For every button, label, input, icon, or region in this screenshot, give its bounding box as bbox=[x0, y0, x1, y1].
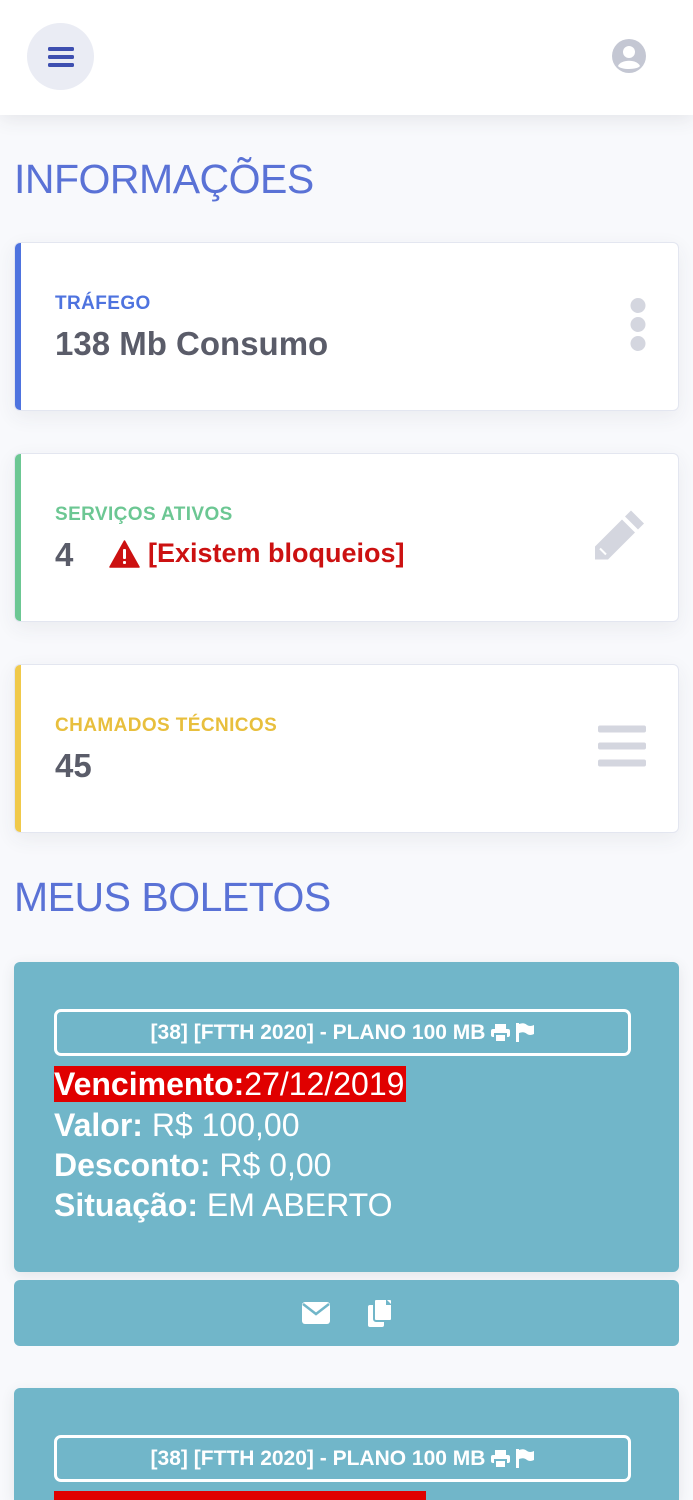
card-chamados-tecnicos[interactable]: CHAMADOS TÉCNICOS 45 bbox=[14, 664, 679, 833]
boleto-situacao: Situação: EM ABERTO bbox=[54, 1185, 392, 1225]
boleto-valor: Valor: R$ 100,00 bbox=[54, 1105, 299, 1145]
ellipsis-vertical-icon[interactable] bbox=[630, 297, 646, 356]
top-navbar bbox=[0, 0, 693, 115]
card-label: SERVIÇOS ATIVOS bbox=[55, 504, 233, 525]
card-accent bbox=[15, 454, 21, 621]
boleto-card: [38] [FTTH 2020] - PLANO 100 MB bbox=[14, 1388, 679, 1500]
boleto-valor-value: R$ 100,00 bbox=[151, 1107, 300, 1143]
card-value: 138 Mb Consumo bbox=[55, 325, 329, 362]
flag-icon[interactable] bbox=[516, 1449, 535, 1468]
card-trafego[interactable]: TRÁFEGO 138 Mb Consumo bbox=[14, 242, 679, 411]
block-warning: [Existem bloqueios] bbox=[109, 538, 405, 569]
print-icon[interactable] bbox=[491, 1023, 511, 1042]
boleto-vencimento-highlight bbox=[54, 1491, 426, 1500]
card-label: CHAMADOS TÉCNICOS bbox=[55, 715, 278, 736]
boleto-vencimento-label: Vencimento: bbox=[54, 1066, 245, 1102]
boleto-desconto-label: Desconto: bbox=[54, 1147, 211, 1183]
warning-triangle-icon bbox=[109, 539, 140, 568]
card-servicos-ativos[interactable]: SERVIÇOS ATIVOS 4 [Existem bloqueios] bbox=[14, 453, 679, 622]
boleto-plan-label: [38] [FTTH 2020] - PLANO 100 MB bbox=[150, 1020, 486, 1044]
section-title-meus-boletos: MEUS BOLETOS bbox=[14, 874, 331, 920]
boleto-plan-label: [38] [FTTH 2020] - PLANO 100 MB bbox=[150, 1446, 486, 1470]
boleto-actions-bar bbox=[14, 1280, 679, 1346]
bars-icon[interactable] bbox=[598, 725, 646, 772]
boleto-vencimento-highlight: Vencimento:27/12/2019 bbox=[54, 1066, 407, 1102]
pencil-icon[interactable] bbox=[592, 508, 646, 567]
print-icon[interactable] bbox=[491, 1449, 511, 1468]
boleto-situacao-label: Situação: bbox=[54, 1187, 199, 1223]
boleto-vencimento-value: 27/12/2019 bbox=[244, 1066, 405, 1102]
boleto-valor-label: Valor: bbox=[54, 1107, 143, 1143]
card-accent bbox=[15, 665, 21, 832]
sidebar-toggle-button[interactable] bbox=[27, 23, 94, 90]
card-value: 45 bbox=[55, 747, 92, 784]
flag-icon[interactable] bbox=[516, 1023, 535, 1042]
boleto-plan-button[interactable]: [38] [FTTH 2020] - PLANO 100 MB bbox=[54, 1435, 631, 1482]
user-menu-button[interactable] bbox=[612, 39, 646, 73]
envelope-icon[interactable] bbox=[301, 1302, 330, 1324]
copy-icon[interactable] bbox=[367, 1299, 392, 1327]
boleto-vencimento: Vencimento:27/12/2019 bbox=[54, 1064, 407, 1104]
block-warning-text: [Existem bloqueios] bbox=[148, 538, 405, 568]
user-circle-icon bbox=[612, 39, 646, 73]
section-title-informacoes: INFORMAÇÕES bbox=[14, 156, 314, 202]
boleto-card: [38] [FTTH 2020] - PLANO 100 MB Vencimen… bbox=[14, 962, 679, 1272]
boleto-desconto: Desconto: R$ 0,00 bbox=[54, 1145, 331, 1185]
boleto-desconto-value: R$ 0,00 bbox=[219, 1147, 332, 1183]
card-label: TRÁFEGO bbox=[55, 293, 151, 314]
card-accent bbox=[15, 243, 21, 410]
boleto-situacao-value: EM ABERTO bbox=[206, 1187, 393, 1223]
card-value: 4 bbox=[55, 536, 74, 573]
boleto-plan-button[interactable]: [38] [FTTH 2020] - PLANO 100 MB bbox=[54, 1009, 631, 1056]
hamburger-icon bbox=[47, 46, 74, 67]
